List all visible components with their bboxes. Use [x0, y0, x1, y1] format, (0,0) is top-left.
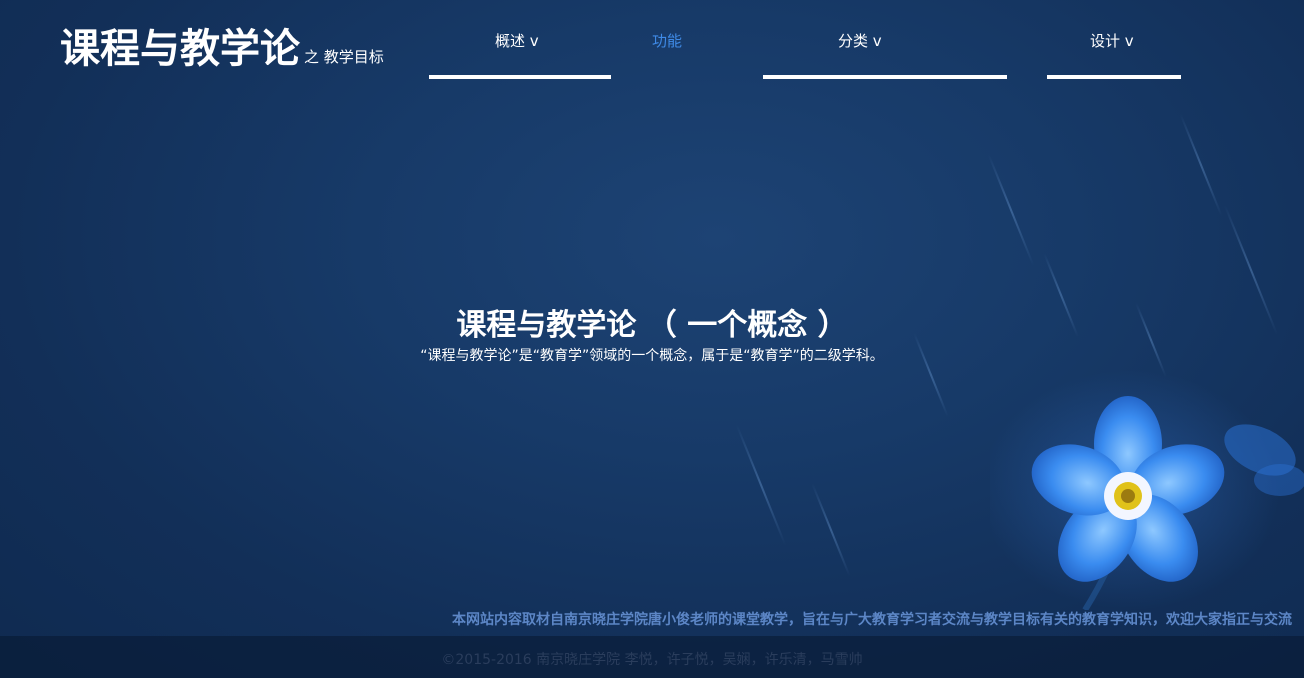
site-logo[interactable]: 课程与教学论之 教学目标 [60, 16, 384, 74]
nav-item-function[interactable]: 功能 [652, 30, 682, 51]
nav-item-design[interactable]: 设计 v [1090, 30, 1134, 51]
nav-item-overview[interactable]: 概述 v [495, 30, 539, 51]
nav-underline-design [1047, 75, 1181, 79]
site-subtitle: 之 教学目标 [304, 48, 384, 66]
site-title: 课程与教学论 [60, 26, 300, 72]
nav-underline-overview [429, 75, 611, 79]
footer-notice: 本网站内容取材自南京晓庄学院唐小俊老师的课堂教学，旨在与广大教育学习者交流与教学… [452, 612, 1292, 628]
flower-image [990, 370, 1304, 610]
rain-streak [1179, 113, 1223, 217]
rain-streak [811, 483, 851, 577]
copyright-text: ©2015-2016 南京晓庄学院 李悦，许子悦，吴娴，许乐清，马雪帅 [441, 652, 863, 668]
hero-title: 课程与教学论 （ 一个概念 ） [456, 308, 848, 343]
hero-description: “课程与教学论”是“教育学”领域的一个概念，属于是“教育学”的二级学科。 [420, 348, 884, 364]
rain-streak [735, 424, 787, 546]
nav-underline-category [763, 75, 1007, 79]
nav-item-category[interactable]: 分类 v [838, 30, 882, 51]
rain-streak [987, 153, 1035, 267]
page: 课程与教学论之 教学目标 概述 v 功能 分类 v 设计 v 课程与教学论 （ … [0, 0, 1304, 678]
